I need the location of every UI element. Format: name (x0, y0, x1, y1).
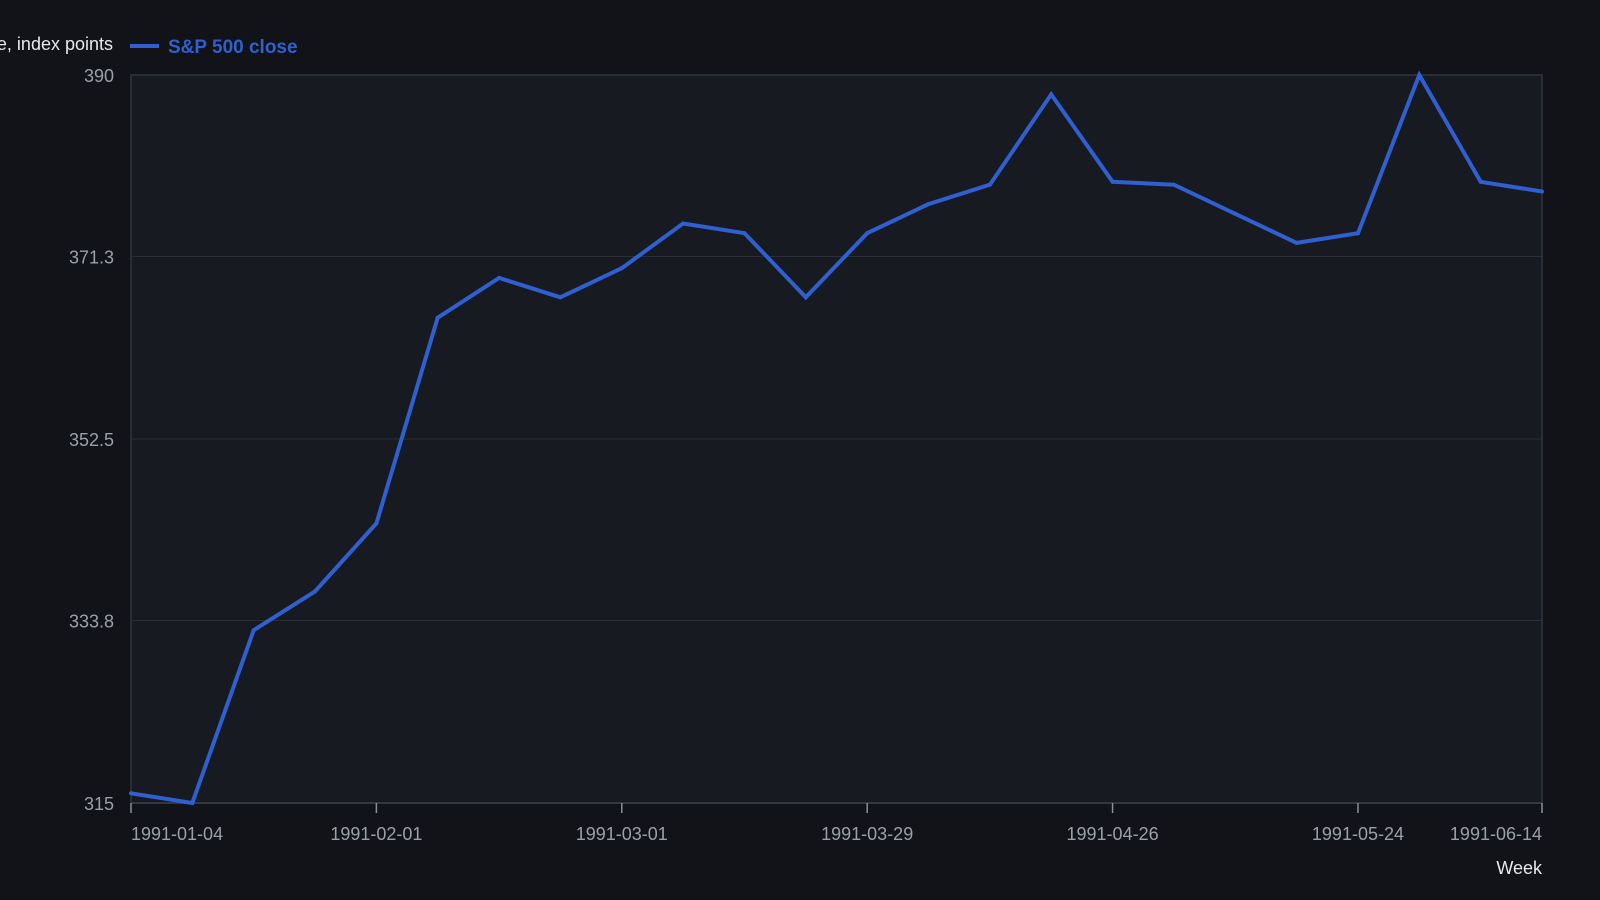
y-tick-label: 352.5 (69, 430, 114, 450)
x-tick-label: 1991-02-01 (330, 824, 422, 844)
x-tick-label: 1991-06-14 (1450, 824, 1542, 844)
data-point[interactable] (1110, 179, 1115, 184)
data-point[interactable] (558, 295, 563, 300)
legend[interactable]: S&P 500 close (130, 37, 298, 58)
data-point[interactable] (1294, 240, 1299, 245)
data-point[interactable] (1478, 179, 1483, 184)
data-point[interactable] (926, 202, 931, 207)
y-axis-title: Price, index points (0, 34, 113, 54)
data-point[interactable] (681, 221, 686, 226)
data-point[interactable] (313, 589, 318, 594)
data-point[interactable] (374, 521, 379, 526)
data-point[interactable] (1233, 211, 1238, 216)
x-tick-label: 1991-03-29 (821, 824, 913, 844)
y-axis: 315 333.8 352.5 371.3 390 (69, 66, 114, 814)
y-tick-label: 371.3 (69, 248, 114, 268)
y-tick-label: 315 (84, 794, 114, 814)
data-point[interactable] (251, 628, 256, 633)
legend-label: S&P 500 close (168, 37, 298, 58)
x-axis-title: Week (1496, 858, 1543, 878)
x-tick-label: 1991-03-01 (576, 824, 668, 844)
data-point[interactable] (987, 182, 992, 187)
data-point[interactable] (190, 801, 195, 805)
data-point[interactable] (803, 295, 808, 300)
x-tick-label: 1991-01-04 (131, 824, 223, 844)
data-point[interactable] (435, 315, 440, 320)
data-point[interactable] (742, 231, 747, 236)
y-tick-label: 390 (84, 66, 114, 86)
data-point[interactable] (1355, 231, 1360, 236)
data-point[interactable] (1540, 189, 1544, 194)
data-point[interactable] (1049, 92, 1054, 97)
x-axis: 1991-01-04 1991-02-01 1991-03-01 1991-03-29… (130, 803, 1543, 844)
data-point[interactable] (1417, 73, 1422, 77)
x-tick-label: 1991-04-26 (1067, 824, 1159, 844)
line-chart: 315 333.8 352.5 371.3 390 1991-01-04 1991-02-… (0, 34, 1544, 878)
data-point[interactable] (1171, 182, 1176, 187)
data-point[interactable] (129, 791, 133, 796)
data-point[interactable] (619, 266, 624, 271)
y-tick-label: 333.8 (69, 612, 114, 632)
x-tick-label: 1991-05-24 (1312, 824, 1404, 844)
data-point[interactable] (497, 275, 502, 280)
data-point[interactable] (865, 231, 870, 236)
